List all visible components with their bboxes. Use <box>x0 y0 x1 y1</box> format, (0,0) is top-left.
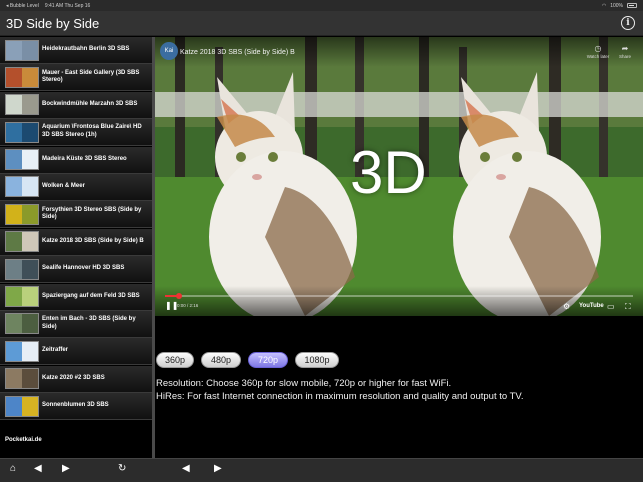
res-480p-button[interactable]: 480p <box>201 352 241 368</box>
resolution-info-line1: Resolution: Choose 360p for slow mobile,… <box>156 378 452 389</box>
app-header: 3D Side by Side i <box>0 11 643 36</box>
video-list-item-label: Heidekrautbahn Berlin 3D SBS <box>42 46 130 53</box>
youtube-logo[interactable]: YouTube <box>579 303 604 309</box>
res-360p-button[interactable]: 360p <box>156 352 194 368</box>
share-button[interactable]: ➦ Share <box>614 44 636 59</box>
timecode: 0:00 / 2:16 <box>177 303 199 308</box>
resolution-info: Resolution: Choose 360p for slow mobile,… <box>156 377 524 403</box>
app-title: 3D Side by Side <box>6 15 100 31</box>
video-list-item[interactable]: Sealife Hannover HD 3D SBS <box>0 256 152 284</box>
video-thumbnail <box>5 176 39 198</box>
video-list-sidebar: Heidekrautbahn Berlin 3D SBS Mauer - East… <box>0 37 152 458</box>
cast-icon[interactable]: ▭ <box>607 302 615 311</box>
home-icon[interactable]: ⌂ <box>10 463 16 474</box>
info-circle-icon[interactable]: i <box>621 16 635 30</box>
video-list-item[interactable]: Forsythien 3D Stereo SBS (Side by Side) <box>0 201 152 229</box>
video-list-item-label: Forsythien 3D Stereo SBS (Side by Side) <box>42 206 142 221</box>
video-list-item[interactable]: Spaziergang auf dem Feld 3D SBS <box>0 283 152 311</box>
progress-bar[interactable] <box>165 293 633 299</box>
video-thumbnail <box>5 313 39 335</box>
status-time: 9:41 AM Thu Sep 16 <box>44 2 91 9</box>
web-back-arrow-icon[interactable]: ◀ <box>182 463 190 474</box>
video-list-item[interactable]: Sonnenblumen 3D SBS <box>0 393 152 421</box>
back-arrow-icon[interactable]: ◀ <box>34 463 42 474</box>
video-list-item-label: Katze 2020 #2 3D SBS <box>42 374 105 381</box>
resolution-info-line2: HiRes: For fast Internet connection in m… <box>156 391 524 402</box>
status-bar: ◂ Bubble Level 9:41 AM Thu Sep 16 ◠ 100% <box>0 0 643 11</box>
video-thumbnail <box>5 368 39 390</box>
video-controls: ❚❚ 0:00 / 2:16 ⚙ YouTube ▭ ⛶ <box>155 286 643 316</box>
video-list-item-label: Wolken & Meer <box>42 183 85 190</box>
video-list-item-label: Spaziergang auf dem Feld 3D SBS <box>42 292 140 299</box>
video-list-item[interactable]: Bockwindmühle Marzahn 3D SBS <box>0 91 152 119</box>
video-list-item[interactable]: Zeitraffer <box>0 338 152 366</box>
share-label: Share <box>618 54 631 59</box>
channel-avatar[interactable]: Kai <box>160 42 178 60</box>
video-list-item-label: Zeitraffer <box>42 347 69 354</box>
video-title[interactable]: Katze 2018 3D SBS (Side by Side) B <box>180 49 295 56</box>
video-list-item[interactable]: Wolken & Meer <box>0 173 152 201</box>
status-right: ◠ 100% <box>602 3 637 9</box>
video-player[interactable]: Kai Katze 2018 3D SBS (Side by Side) B ◷… <box>155 37 643 316</box>
video-thumbnail <box>5 258 39 280</box>
video-frame-right <box>399 37 643 316</box>
video-list-item-label: Bockwindmühle Marzahn 3D SBS <box>42 100 138 107</box>
video-thumbnail <box>5 286 39 308</box>
clock-icon: ◷ <box>594 44 602 53</box>
resolution-selector: 360p 480p 720p 1080p <box>156 352 339 368</box>
video-thumbnail <box>5 66 39 88</box>
3d-overlay-text: 3D <box>350 139 427 206</box>
video-list-item-label: Sonnenblumen 3D SBS <box>42 402 109 409</box>
bottom-toolbar: ⌂ ◀ ▶ ↻ ◀ ▶ <box>0 458 643 482</box>
video-list-item-label: Madeira Küste 3D SBS Stereo <box>42 155 127 162</box>
wifi-icon: ◠ <box>601 2 607 9</box>
watch-later-label: Watch later <box>586 54 610 59</box>
video-thumbnail <box>5 203 39 225</box>
video-list-item-label: Mauer - East Side Gallery (3D SBS Stereo… <box>42 69 140 84</box>
video-list-item[interactable]: Enten im Bach - 3D SBS (Side by Side) <box>0 310 152 338</box>
res-1080p-button[interactable]: 1080p <box>295 352 339 368</box>
video-thumbnail <box>5 340 39 362</box>
res-720p-button[interactable]: 720p <box>248 352 288 368</box>
video-list-item[interactable]: Aquarium \Frontosa Blue Zaire\ HD 3D SBS… <box>0 119 152 147</box>
settings-gear-icon[interactable]: ⚙ <box>563 302 570 311</box>
forward-arrow-icon[interactable]: ▶ <box>62 463 70 474</box>
reload-icon[interactable]: ↻ <box>118 463 126 474</box>
video-list-item[interactable]: Katze 2018 3D SBS (Side by Side) B <box>0 228 152 256</box>
video-list: Heidekrautbahn Berlin 3D SBS Mauer - East… <box>0 37 152 421</box>
battery-icon <box>627 3 637 8</box>
video-title-bar: Kai Katze 2018 3D SBS (Side by Side) B ◷… <box>155 37 643 67</box>
video-list-item-label: Katze 2018 3D SBS (Side by Side) B <box>42 237 144 244</box>
battery-percent: 100% <box>610 2 623 9</box>
video-list-item[interactable]: Heidekrautbahn Berlin 3D SBS <box>0 37 152 64</box>
video-list-item[interactable]: Mauer - East Side Gallery (3D SBS Stereo… <box>0 64 152 92</box>
video-thumbnail <box>5 149 39 171</box>
back-to-app-link[interactable]: ◂ Bubble Level <box>6 3 39 9</box>
video-list-item-label: Sealife Hannover HD 3D SBS <box>42 265 125 272</box>
video-list-item[interactable]: Katze 2020 #2 3D SBS <box>0 365 152 393</box>
video-list-item-label: Aquarium \Frontosa Blue Zaire\ HD 3D SBS… <box>42 124 142 139</box>
video-thumbnail <box>5 121 39 143</box>
video-thumbnail <box>5 395 39 417</box>
video-thumbnail <box>5 231 39 253</box>
web-forward-arrow-icon[interactable]: ▶ <box>214 463 222 474</box>
video-thumbnail <box>5 94 39 116</box>
video-list-item[interactable]: Madeira Küste 3D SBS Stereo <box>0 146 152 174</box>
fullscreen-icon[interactable]: ⛶ <box>625 302 631 312</box>
video-thumbnail <box>5 39 39 61</box>
video-list-item-label: Enten im Bach - 3D SBS (Side by Side) <box>42 316 136 330</box>
share-icon: ➦ <box>621 44 629 53</box>
pocketkai-link[interactable]: Pocketkai.de <box>5 437 42 443</box>
progress-knob[interactable] <box>176 293 183 299</box>
watch-later-button[interactable]: ◷ Watch later <box>583 44 613 59</box>
